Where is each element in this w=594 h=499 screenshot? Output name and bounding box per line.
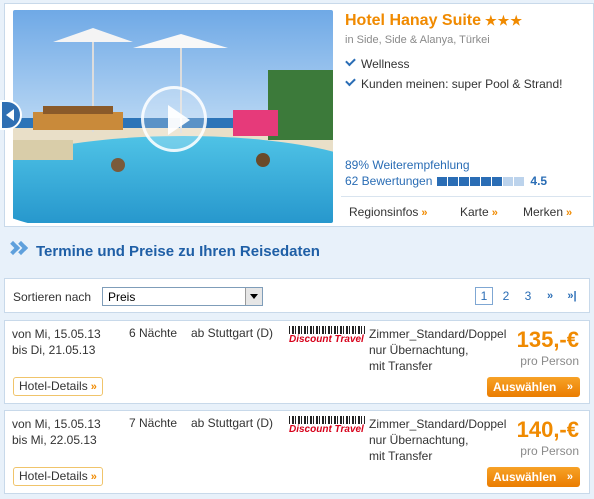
hotel-details-button[interactable]: Hotel-Details»: [13, 467, 103, 486]
operator-name: Discount Travel: [289, 424, 364, 435]
hotel-photo[interactable]: [13, 10, 333, 223]
button-label: Auswählen: [493, 380, 557, 394]
nights: 7 Nächte: [129, 416, 178, 430]
dropdown-button[interactable]: [245, 288, 262, 305]
hotel-location: in Side, Side & Alanya, Türkei: [345, 34, 490, 46]
room-type: Zimmer_Standard/Doppel: [369, 327, 507, 341]
rating-score: 4.5: [530, 174, 548, 188]
play-icon: [168, 105, 190, 135]
check-icon: [345, 55, 356, 67]
hotel-card: Hotel Hanay Suite ★★★ in Side, Side & Ala…: [4, 3, 594, 227]
double-chevron-icon: »: [421, 207, 428, 219]
last-page-button[interactable]: »|: [563, 287, 581, 305]
video-play-button[interactable]: [141, 86, 207, 152]
link-label: Karte: [460, 205, 489, 219]
price: 140,-€: [516, 417, 579, 442]
rating-segment: [514, 176, 525, 186]
pagination: 1 2 3 » »|: [475, 287, 581, 305]
offer-dates: von Mi, 15.05.13 bis Mi, 22.05.13: [12, 416, 101, 448]
price-unit: pro Person: [520, 354, 579, 368]
karte-link[interactable]: Karte»: [460, 205, 498, 219]
price: 135,-€: [516, 327, 579, 352]
rating-segment: [437, 176, 448, 186]
hotel-name-text[interactable]: Hotel Hanay Suite: [345, 12, 481, 29]
operator-logo-bars: [289, 416, 365, 424]
room-info: Zimmer_Standard/Doppel nur Übernachtung,…: [369, 326, 506, 374]
chevron-left-icon: [6, 109, 14, 121]
double-chevron-icon: »: [566, 471, 573, 483]
nights: 6 Nächte: [129, 326, 178, 340]
star-rating-icon: ★★★: [485, 13, 523, 28]
select-offer-button[interactable]: Auswählen »: [487, 377, 580, 397]
section-heading: Termine und Preise zu Ihren Reisedaten: [5, 240, 320, 260]
hotel-name[interactable]: Hotel Hanay Suite ★★★: [345, 12, 523, 30]
room-type: Zimmer_Standard/Doppel: [369, 417, 507, 431]
button-label: Hotel-Details: [19, 469, 88, 483]
feature-item: Wellness: [345, 54, 562, 74]
link-label: Regionsinfos: [349, 205, 419, 219]
rating-segment: [448, 176, 459, 186]
section-title: Termine und Preise zu Ihren Reisedaten: [36, 242, 320, 260]
next-page-button[interactable]: »: [541, 287, 559, 305]
double-chevron-icon: »: [90, 471, 97, 483]
board-type: nur Übernachtung,: [369, 433, 469, 447]
double-chevron-icon: »: [566, 381, 573, 393]
sort-selected-value: Preis: [108, 290, 136, 304]
recommendation-link[interactable]: 89% Weiterempfehlung: [345, 158, 470, 172]
chevron-down-icon: [250, 294, 258, 299]
departure: ab Stuttgart (D): [191, 326, 274, 340]
rating-segment: [470, 176, 481, 186]
select-offer-button[interactable]: Auswählen »: [487, 467, 580, 487]
link-label: Merken: [523, 205, 564, 219]
departure: ab Stuttgart (D): [191, 416, 274, 430]
price-unit: pro Person: [520, 444, 579, 458]
regionsinfos-link[interactable]: Regionsinfos»: [349, 205, 428, 219]
sort-select[interactable]: Preis: [102, 287, 263, 306]
reviews-row[interactable]: 62 Bewertungen 4.5: [345, 174, 547, 188]
feature-label: Kunden meinen: super Pool & Strand!: [361, 77, 563, 91]
rating-segment: [481, 176, 492, 186]
operator-name: Discount Travel: [289, 334, 364, 345]
double-chevron-icon: »: [90, 381, 97, 393]
sort-label: Sortieren nach: [13, 290, 92, 304]
reviews-link[interactable]: 62 Bewertungen: [345, 174, 432, 188]
operator-logo-bars: [289, 326, 365, 334]
offer-row: von Mi, 15.05.13 bis Di, 21.05.13 6 Näch…: [4, 320, 590, 404]
double-chevron-icon: »: [566, 207, 573, 219]
date-to: bis Mi, 22.05.13: [12, 433, 97, 447]
offer-row: von Mi, 15.05.13 bis Mi, 22.05.13 7 Näch…: [4, 410, 590, 494]
date-to: bis Di, 21.05.13: [12, 343, 96, 357]
feature-list: Wellness Kunden meinen: super Pool & Str…: [345, 54, 562, 94]
page-2[interactable]: 2: [497, 287, 515, 305]
room-info: Zimmer_Standard/Doppel nur Übernachtung,…: [369, 416, 506, 464]
double-chevron-icon: [5, 240, 30, 260]
sort-bar: Sortieren nach Preis 1 2 3 » »|: [4, 278, 590, 313]
page-3[interactable]: 3: [519, 287, 537, 305]
check-icon: [345, 75, 356, 87]
transfer-info: mit Transfer: [369, 449, 433, 463]
double-chevron-icon: »: [491, 207, 498, 219]
rating-segment: [492, 176, 503, 186]
hotel-details-button[interactable]: Hotel-Details»: [13, 377, 103, 396]
transfer-info: mit Transfer: [369, 359, 433, 373]
tour-operator-logo: Discount Travel: [289, 326, 367, 348]
date-from: von Mi, 15.05.13: [12, 327, 101, 341]
card-links: Regionsinfos» Karte» Merken»: [341, 196, 591, 224]
feature-label: Wellness: [361, 57, 410, 71]
date-from: von Mi, 15.05.13: [12, 417, 101, 431]
feature-item: Kunden meinen: super Pool & Strand!: [345, 74, 562, 94]
offer-dates: von Mi, 15.05.13 bis Di, 21.05.13: [12, 326, 101, 358]
tour-operator-logo: Discount Travel: [289, 416, 367, 438]
page-1[interactable]: 1: [475, 287, 493, 305]
rating-segment: [503, 176, 514, 186]
board-type: nur Übernachtung,: [369, 343, 469, 357]
rating-segment: [459, 176, 470, 186]
rating-bar: [437, 176, 525, 186]
button-label: Auswählen: [493, 470, 557, 484]
merken-link[interactable]: Merken»: [523, 205, 572, 219]
button-label: Hotel-Details: [19, 379, 88, 393]
